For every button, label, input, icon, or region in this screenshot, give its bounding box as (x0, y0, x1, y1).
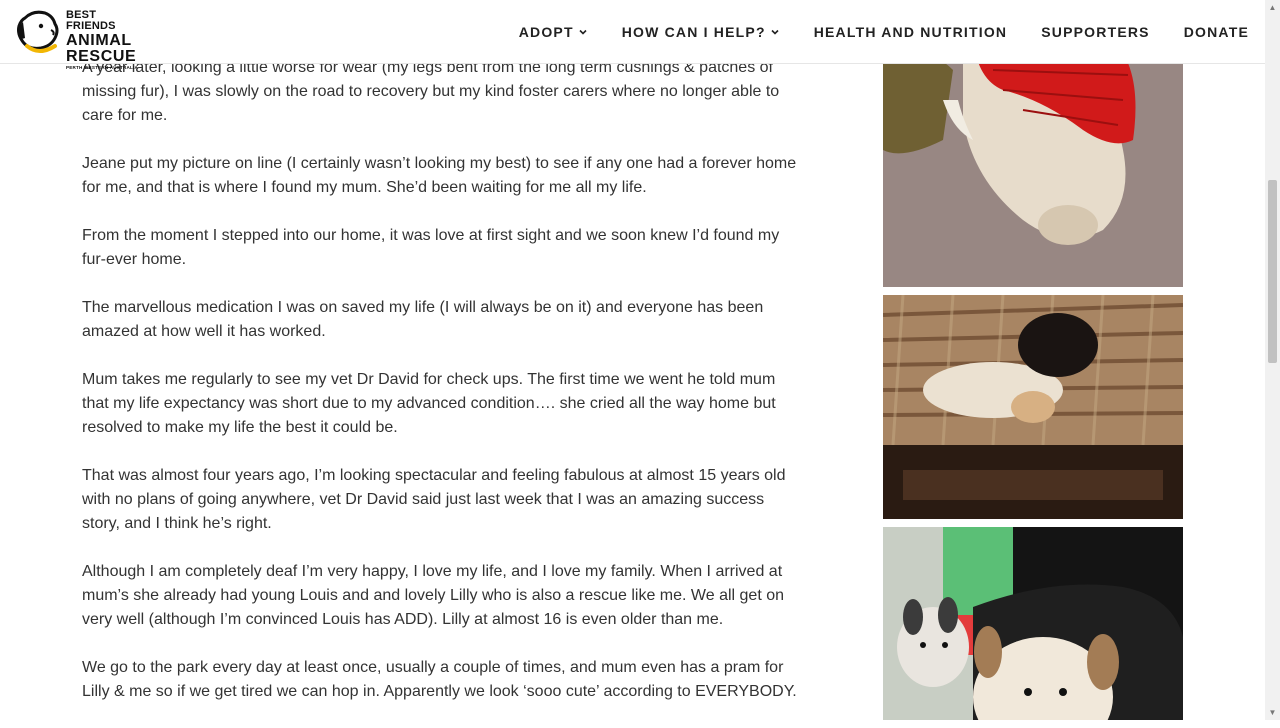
story-content: A year later, looking a little worse for… (82, 56, 802, 728)
story-paragraph: We go to the park every day at least onc… (82, 659, 797, 700)
main-nav: ADOPT HOW CAN I HELP? HEALTH AND NUTRITI… (485, 0, 1265, 63)
nav-item-how-can-i-help[interactable]: HOW CAN I HELP? (622, 24, 780, 40)
story-paragraph: The marvellous medication I was on saved… (82, 299, 764, 340)
chevron-down-icon (771, 29, 779, 35)
story-paragraph: A year later, looking a little worse for… (82, 59, 780, 124)
story-paragraph: Jeane put my picture on line (I certainl… (82, 155, 797, 196)
nav-label: SUPPORTERS (1041, 23, 1150, 40)
logo-line-3: RESCUE (66, 48, 137, 65)
logo-line-1: BEST FRIENDS (66, 9, 116, 32)
nav-item-donate[interactable]: DONATE (1184, 24, 1249, 40)
chevron-down-icon (579, 29, 587, 35)
nav-item-health-and-nutrition[interactable]: HEALTH AND NUTRITION (814, 24, 1008, 40)
nav-label: HEALTH AND NUTRITION (813, 23, 1008, 40)
story-paragraph: Mum takes me regularly to see my vet Dr … (82, 371, 776, 436)
site-logo[interactable]: BEST FRIENDS ANIMAL RESCUE PERTH WESTERN… (15, 8, 147, 70)
nav-label: HOW CAN I HELP? (621, 23, 766, 40)
scroll-up-arrow-icon[interactable]: ▲ (1265, 0, 1280, 15)
site-header: BEST FRIENDS ANIMAL RESCUE PERTH WESTERN… (0, 0, 1265, 70)
story-paragraph: Although I am completely deaf I’m very h… (82, 563, 785, 628)
dog-logo-icon (17, 10, 59, 53)
nav-label: DONATE (1183, 23, 1249, 40)
logo-line-2: ANIMAL (66, 32, 132, 49)
logo-line-4: PERTH WESTERN AUSTRALIA (66, 65, 139, 70)
nav-label: ADOPT (518, 23, 574, 40)
dogs-on-rug-photo (883, 295, 1183, 519)
page-scrollbar[interactable]: ▲ ▼ (1265, 0, 1280, 720)
scrollbar-thumb[interactable] (1268, 180, 1277, 363)
gallery-photo-dogs-in-pram[interactable] (883, 527, 1183, 720)
story-paragraph: That was almost four years ago, I’m look… (82, 467, 786, 532)
nav-item-supporters[interactable]: SUPPORTERS (1041, 24, 1149, 40)
logo-wordmark: BEST FRIENDS ANIMAL RESCUE PERTH WESTERN… (66, 10, 147, 71)
dogs-in-pram-photo (883, 527, 1183, 720)
gallery-photo-dogs-on-rug[interactable] (883, 295, 1183, 519)
nav-item-adopt[interactable]: ADOPT (519, 24, 588, 40)
story-paragraph: From the moment I stepped into our home,… (82, 227, 780, 268)
scroll-down-arrow-icon[interactable]: ▼ (1265, 705, 1280, 720)
